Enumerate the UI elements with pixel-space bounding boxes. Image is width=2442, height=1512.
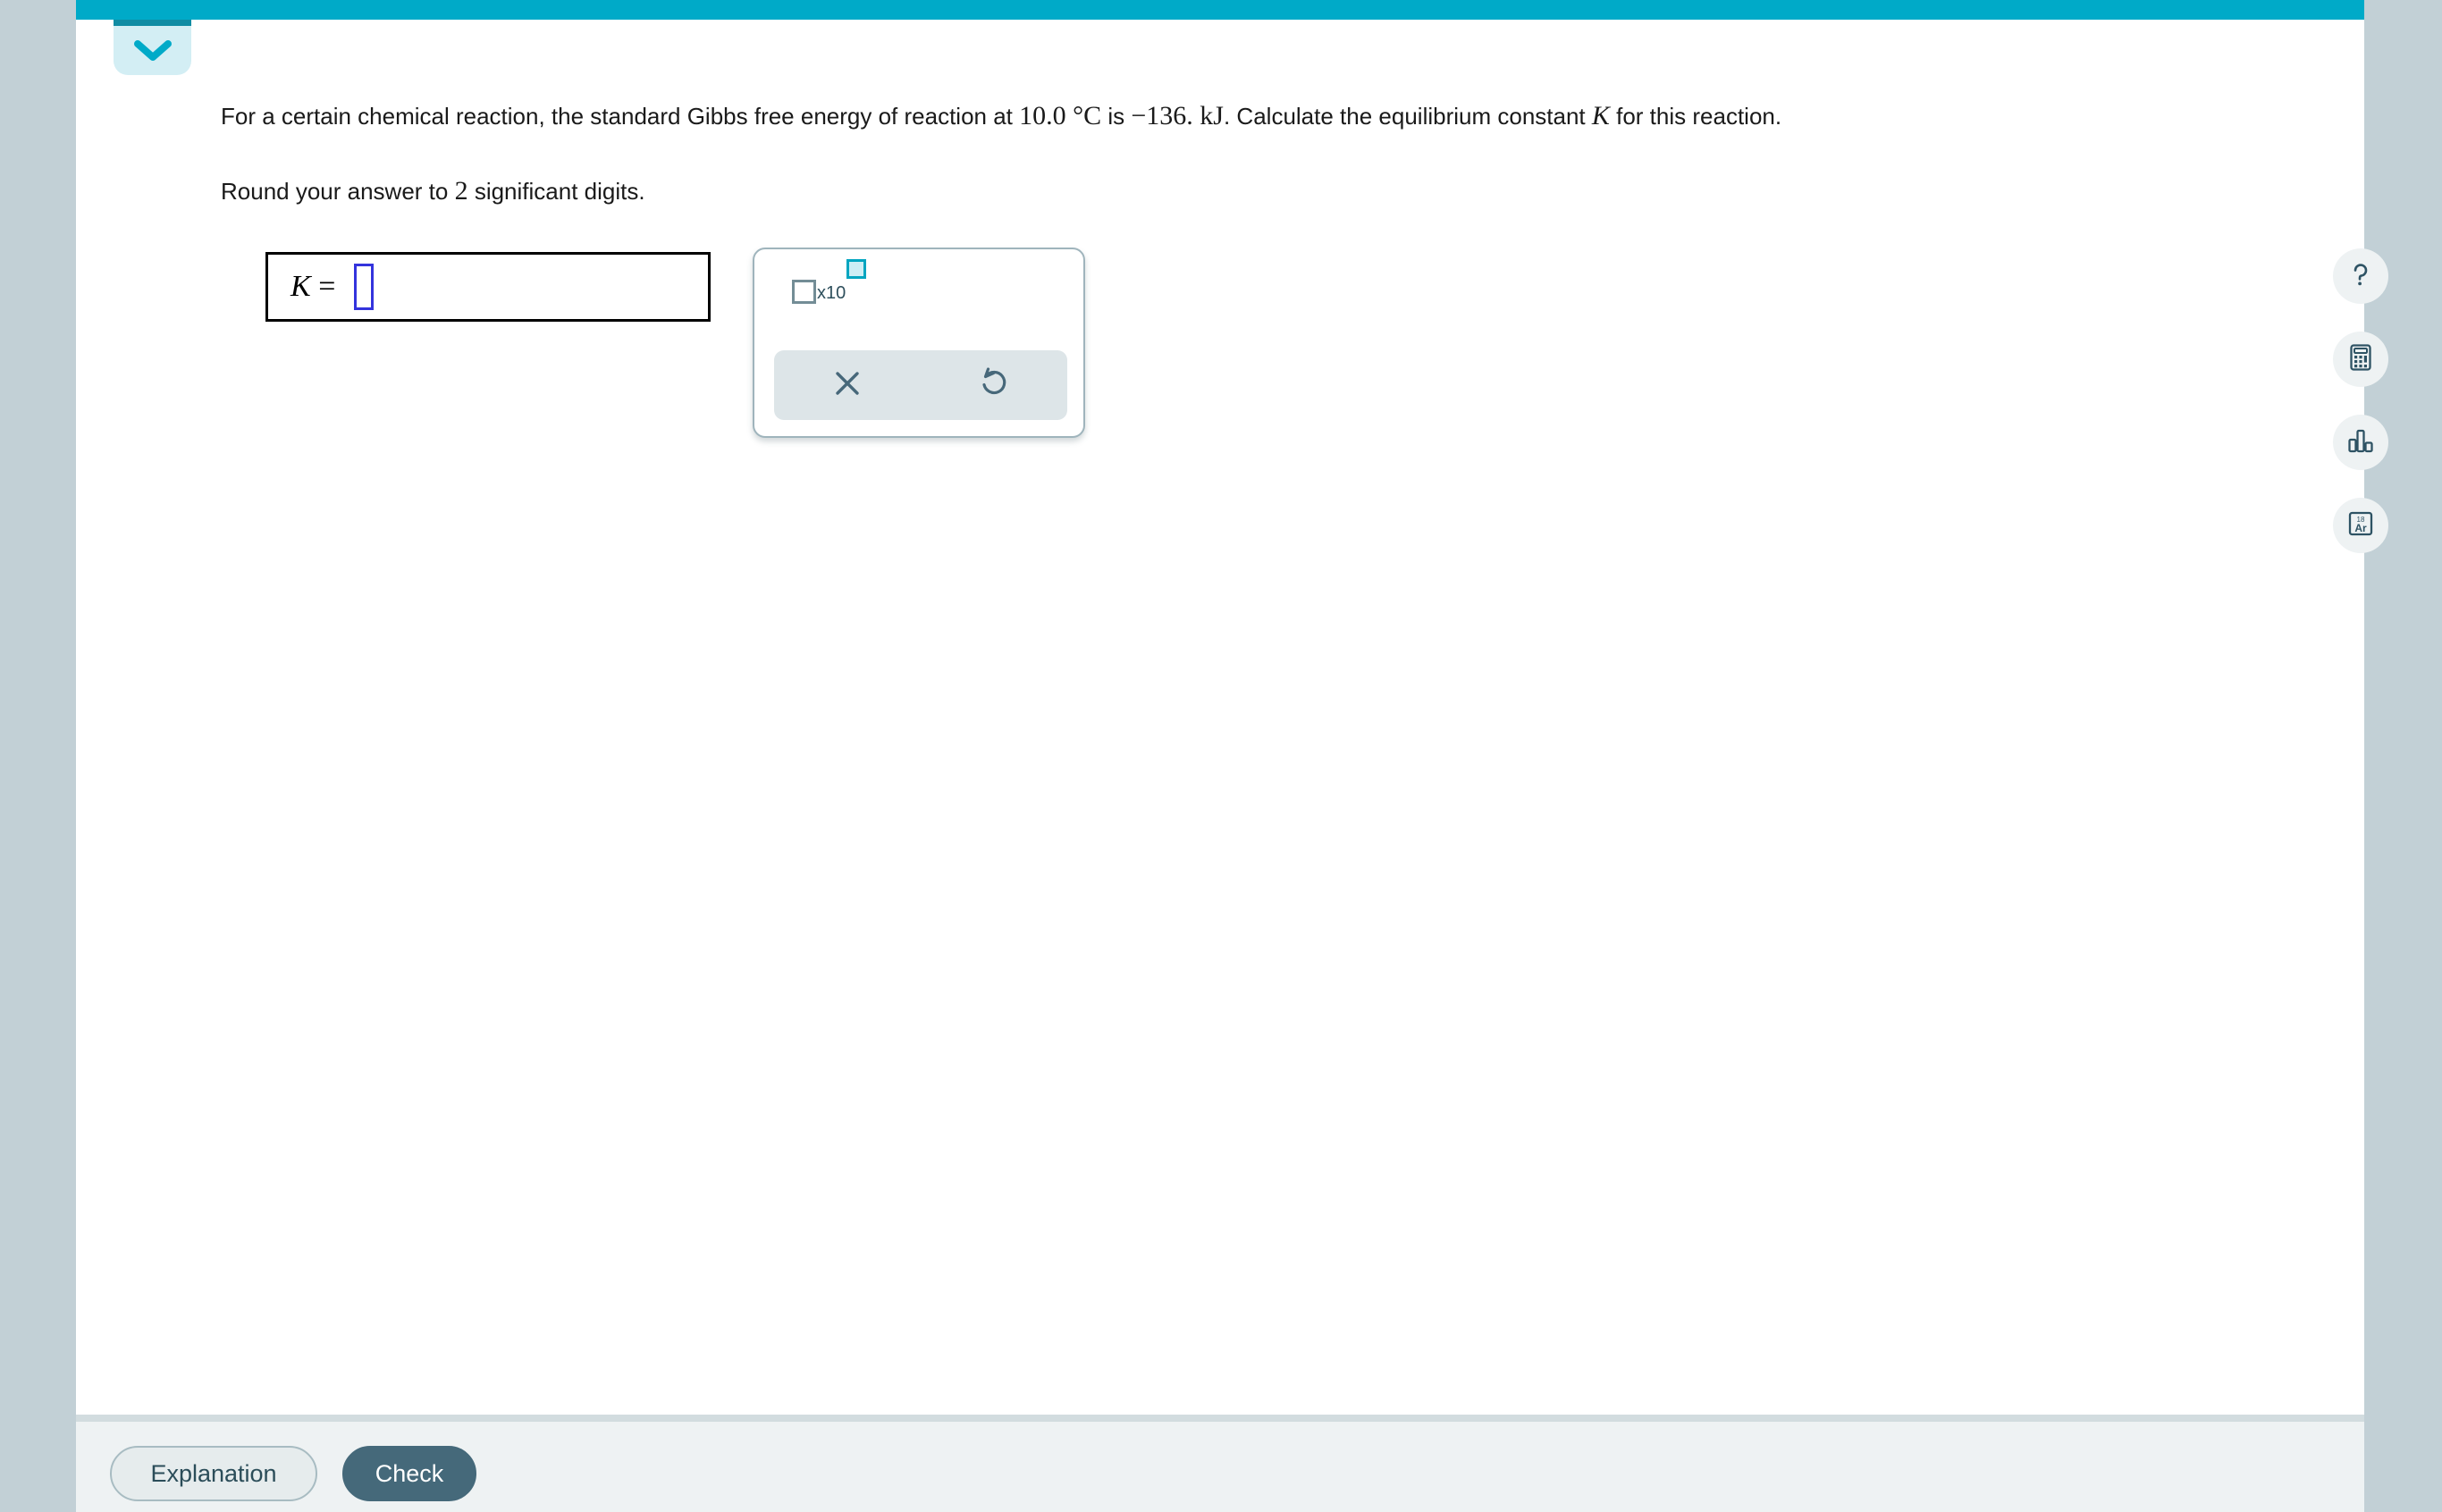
close-x-icon [829, 365, 865, 406]
scientific-notation-template-button[interactable]: x10 [792, 259, 867, 304]
rounding-instruction: Round your answer to 2 significant digit… [221, 175, 645, 207]
question-constant-symbol: K [1591, 101, 1610, 130]
answer-equals-sign: = [310, 270, 343, 303]
svg-text:Ar: Ar [2354, 522, 2367, 534]
collapse-panel-tab[interactable] [114, 20, 191, 75]
question-energy-value: −136. kJ [1131, 101, 1224, 130]
undo-arrow-icon [975, 365, 1013, 407]
palette-action-row [774, 350, 1067, 420]
help-button[interactable] [2333, 248, 2388, 304]
footer-bar: Explanation Check [76, 1422, 2364, 1512]
exponent-placeholder-box[interactable] [846, 259, 867, 279]
app-viewport: For a certain chemical reaction, the sta… [0, 0, 2442, 1512]
top-accent-bar [76, 0, 2364, 20]
undo-button[interactable] [921, 350, 1067, 420]
math-palette: x10 [753, 248, 1085, 438]
rounding-text-part-2: significant digits. [467, 178, 645, 205]
question-card: For a certain chemical reaction, the sta… [76, 20, 2388, 1415]
footer-divider [76, 1415, 2364, 1422]
clear-button[interactable] [774, 350, 921, 420]
data-button[interactable] [2333, 415, 2388, 470]
explanation-button[interactable]: Explanation [110, 1446, 317, 1501]
chevron-down-icon [133, 38, 173, 63]
significant-digits-count: 2 [454, 176, 468, 206]
periodic-table-icon: 18 Ar [2345, 508, 2376, 543]
answer-input-slot[interactable] [353, 264, 374, 310]
mantissa-placeholder-box[interactable] [792, 280, 816, 304]
bar-chart-icon [2345, 425, 2376, 460]
rounding-text-part-1: Round your answer to [221, 178, 455, 205]
calculator-icon [2345, 342, 2376, 377]
question-text-part-2: is [1101, 103, 1132, 130]
check-button[interactable]: Check [342, 1446, 476, 1501]
question-text-part-1: For a certain chemical reaction, the sta… [221, 103, 1020, 130]
periodic-table-button[interactable]: 18 Ar [2333, 498, 2388, 553]
calculator-button[interactable] [2333, 332, 2388, 387]
answer-variable: K [291, 270, 311, 303]
question-statement: For a certain chemical reaction, the sta… [221, 100, 1781, 132]
times-ten-label: x10 [817, 283, 846, 303]
question-text-part-4: for this reaction. [1609, 103, 1782, 130]
tool-rail: 18 Ar [2333, 248, 2388, 581]
question-mark-icon [2345, 259, 2376, 294]
answer-input-box[interactable]: K = [265, 252, 711, 322]
question-temperature: 10.0 °C [1019, 101, 1102, 130]
answer-label: K = [291, 270, 343, 304]
question-text-part-3: . Calculate the equilibrium constant [1223, 103, 1592, 130]
